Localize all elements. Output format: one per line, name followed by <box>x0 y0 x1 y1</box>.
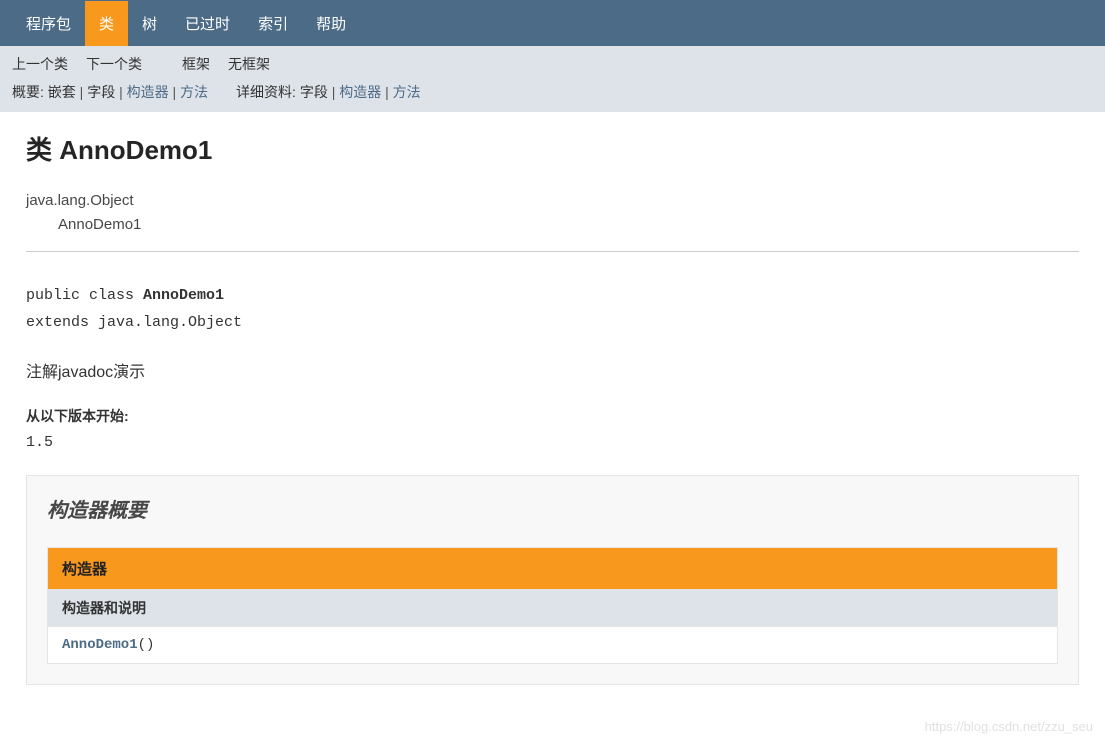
top-nav: 程序包 类 树 已过时 索引 帮助 <box>0 0 1105 46</box>
prev-class-link[interactable]: 上一个类 <box>12 54 68 74</box>
summary-nested: 嵌套 <box>48 84 76 100</box>
frames-link[interactable]: 框架 <box>182 54 210 74</box>
summary-group: 概要: 嵌套 | 字段 | 构造器 | 方法 <box>12 82 208 102</box>
constructor-link[interactable]: AnnoDemo1 <box>62 637 138 653</box>
inheritance-child: AnnoDemo1 <box>58 213 1079 237</box>
detail-group: 详细资料: 字段 | 构造器 | 方法 <box>236 82 421 102</box>
summary-field: 字段 <box>87 84 115 100</box>
constructor-col-header: 构造器和说明 <box>48 590 1058 627</box>
nav-deprecated[interactable]: 已过时 <box>171 1 244 46</box>
constructor-table-caption: 构造器 <box>48 548 1058 590</box>
since-value: 1.5 <box>26 434 1079 451</box>
nav-tree[interactable]: 树 <box>128 1 171 46</box>
detail-label: 详细资料: <box>236 84 296 100</box>
summary-constructor-link[interactable]: 构造器 <box>127 84 169 100</box>
divider <box>26 251 1079 252</box>
no-frames-link[interactable]: 无框架 <box>228 54 270 74</box>
class-description: 注解javadoc演示 <box>26 358 1079 382</box>
inheritance-tree: java.lang.Object AnnoDemo1 <box>26 189 1079 237</box>
summary-method-link[interactable]: 方法 <box>180 84 208 100</box>
next-class-link[interactable]: 下一个类 <box>86 54 142 74</box>
detail-method-link[interactable]: 方法 <box>393 84 421 100</box>
content-area: 类 AnnoDemo1 java.lang.Object AnnoDemo1 p… <box>0 112 1105 703</box>
constructor-summary-heading: 构造器概要 <box>47 494 1058 523</box>
page-title: 类 AnnoDemo1 <box>26 130 1079 167</box>
watermark: https://blog.csdn.net/zzu_seu <box>925 719 1093 734</box>
nav-package[interactable]: 程序包 <box>12 1 85 46</box>
class-declaration: public class AnnoDemo1 extends java.lang… <box>26 282 1079 336</box>
summary-label: 概要: <box>12 84 44 100</box>
summary-bar: 概要: 嵌套 | 字段 | 构造器 | 方法 详细资料: 字段 | 构造器 | … <box>0 82 1105 112</box>
nav-class[interactable]: 类 <box>85 1 128 46</box>
inheritance-parent: java.lang.Object <box>26 189 1079 213</box>
nav-help[interactable]: 帮助 <box>302 1 360 46</box>
constructor-entry: AnnoDemo1() <box>48 627 1058 664</box>
nav-index[interactable]: 索引 <box>244 1 302 46</box>
constructor-table: 构造器 构造器和说明 AnnoDemo1() <box>47 547 1058 664</box>
sub-nav: 上一个类 下一个类 框架 无框架 <box>0 46 1105 82</box>
detail-field: 字段 <box>300 84 328 100</box>
since-label: 从以下版本开始: <box>26 406 1079 426</box>
constructor-summary-section: 构造器概要 构造器 构造器和说明 AnnoDemo1() <box>26 475 1079 685</box>
detail-constructor-link[interactable]: 构造器 <box>339 84 381 100</box>
